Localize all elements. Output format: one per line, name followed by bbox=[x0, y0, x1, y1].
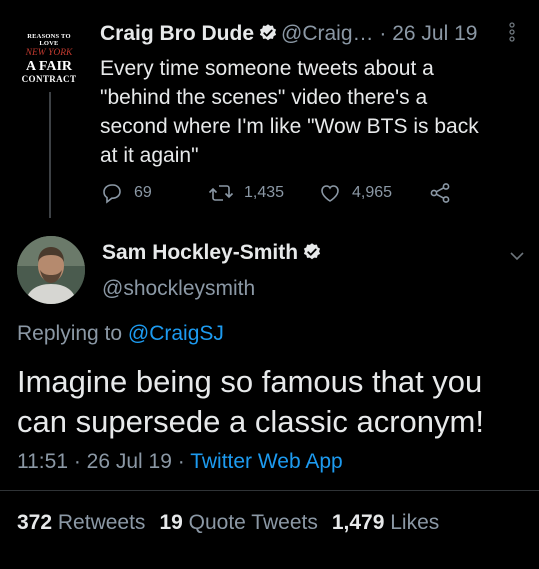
main-author-name[interactable]: Sam Hockley-Smith bbox=[102, 241, 298, 264]
replying-to-prefix: Replying to bbox=[17, 322, 123, 345]
parent-avatar[interactable]: REASONS TO LOVE NEW YORK A FAIR CONTRACT bbox=[20, 26, 78, 84]
avatar-line-3: A FAIR bbox=[25, 59, 73, 74]
retweets-count: 372 bbox=[17, 511, 53, 534]
main-author-avatar[interactable] bbox=[17, 236, 85, 304]
retweet-count: 1,435 bbox=[244, 184, 285, 201]
retweet-button[interactable]: 1,435 bbox=[208, 181, 284, 205]
like-count: 4,965 bbox=[352, 184, 393, 201]
tweet-timestamp[interactable]: 11:51 · 26 Jul 19 · bbox=[17, 450, 185, 473]
avatar-line-4: CONTRACT bbox=[21, 74, 77, 84]
retweets-label: Retweets bbox=[57, 511, 146, 534]
like-button[interactable]: 4,965 bbox=[318, 181, 392, 205]
retweet-icon bbox=[208, 181, 234, 205]
parent-author-handle[interactable]: @Craig… bbox=[281, 22, 374, 45]
main-tweet-text: Imagine being so famous that you can sup… bbox=[17, 364, 484, 439]
tweet-timestamp-row: 11:51 · 26 Jul 19 · Twitter Web App bbox=[17, 450, 343, 474]
more-options-icon[interactable] bbox=[505, 22, 519, 42]
chevron-down-icon[interactable] bbox=[508, 247, 526, 270]
likes-count: 1,479 bbox=[331, 511, 385, 534]
main-author-handle[interactable]: @shockleysmith bbox=[102, 277, 255, 301]
reply-button[interactable]: 69 bbox=[100, 181, 152, 205]
thread-connector-line bbox=[49, 92, 51, 218]
reply-icon bbox=[100, 181, 124, 205]
share-icon bbox=[428, 181, 452, 205]
verified-badge-icon bbox=[302, 242, 322, 268]
likes-label: Likes bbox=[390, 511, 440, 534]
quote-tweets-stat[interactable]: 19 Quote Tweets bbox=[159, 511, 317, 534]
parent-author-name[interactable]: Craig Bro Dude bbox=[100, 22, 254, 45]
parent-tweet-header: Craig Bro Dude @Craig… · 26 Jul 19 bbox=[100, 22, 477, 49]
retweets-stat[interactable]: 372 Retweets bbox=[17, 511, 145, 534]
quote-tweets-label: Quote Tweets bbox=[188, 511, 318, 534]
replying-to-link[interactable]: @CraigSJ bbox=[128, 322, 224, 345]
engagement-stats: 372 Retweets 19 Quote Tweets 1,479 Likes bbox=[17, 511, 439, 535]
divider bbox=[0, 490, 539, 491]
avatar-line-2: NEW YORK bbox=[25, 48, 73, 58]
reply-count: 69 bbox=[134, 184, 152, 201]
like-icon bbox=[318, 181, 342, 205]
quote-tweets-count: 19 bbox=[159, 511, 183, 534]
main-author-name-row: Sam Hockley-Smith bbox=[102, 241, 325, 268]
verified-badge-icon bbox=[258, 23, 278, 49]
likes-stat[interactable]: 1,479 Likes bbox=[332, 511, 439, 534]
replying-to-line: Replying to @CraigSJ bbox=[17, 322, 224, 346]
tweet-source-link[interactable]: Twitter Web App bbox=[190, 450, 343, 473]
parent-tweet-date[interactable]: · 26 Jul 19 bbox=[379, 22, 477, 45]
share-button[interactable] bbox=[428, 181, 452, 205]
parent-tweet-text: Every time someone tweets about a "behin… bbox=[100, 57, 479, 167]
avatar-line-1: REASONS TO LOVE bbox=[27, 33, 71, 47]
